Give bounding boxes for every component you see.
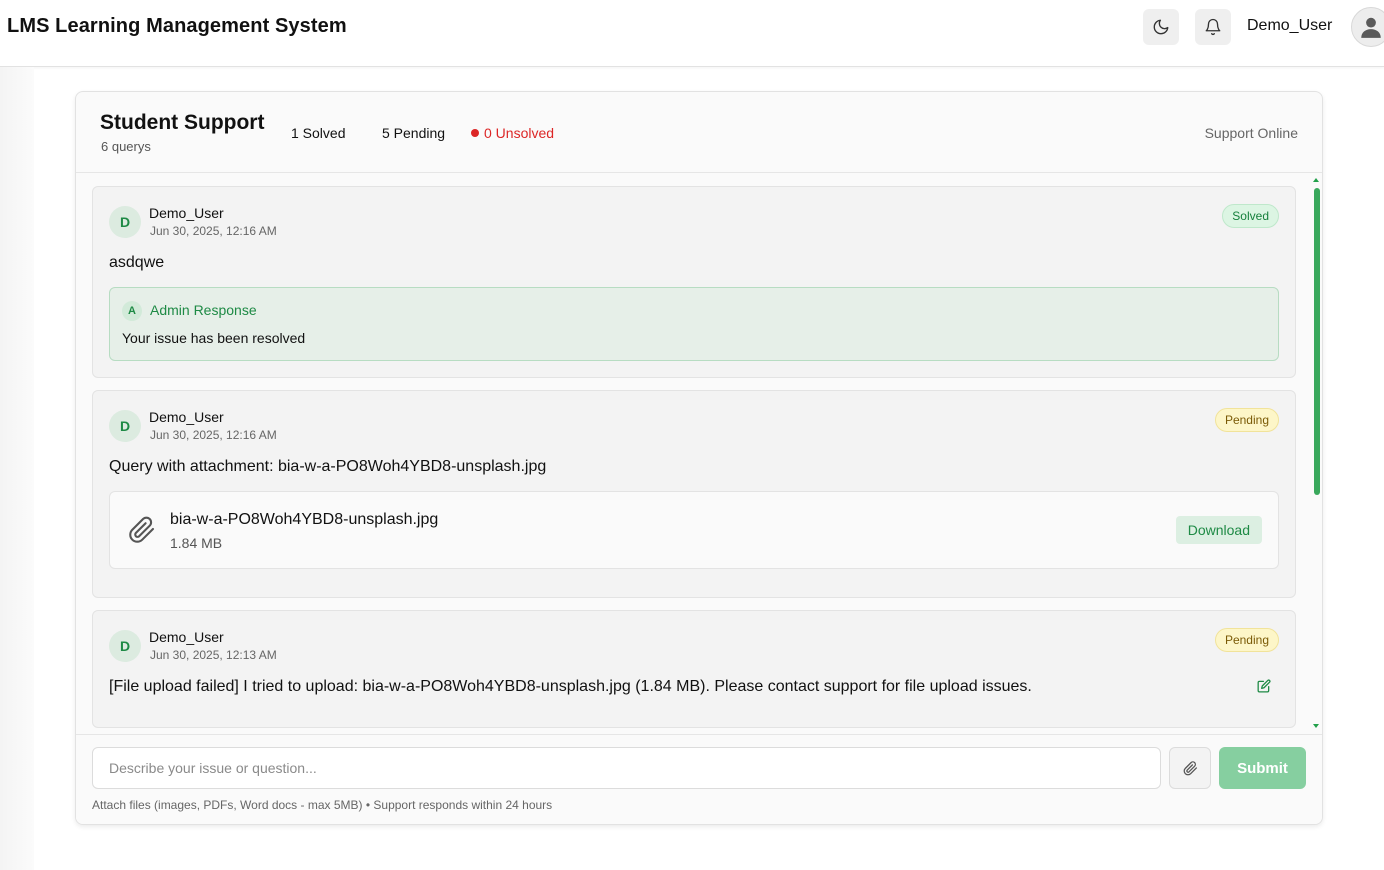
left-gutter [0,67,34,870]
edit-icon[interactable] [1257,679,1271,693]
bell-icon [1205,18,1221,36]
query-composer: Submit Attach files (images, PDFs, Word … [76,734,1322,824]
query-input[interactable] [92,747,1161,789]
unsolved-label: 0 Unsolved [484,125,555,141]
status-badge: Solved [1222,204,1279,228]
status-badge: Pending [1214,628,1279,652]
support-status: Support Online [1204,125,1298,141]
query-author: Demo_User [149,205,224,221]
moon-icon [1153,19,1169,35]
paperclip-icon [1183,760,1197,775]
pending-count: 5 Pending [382,125,446,141]
user-avatar: D [109,410,141,442]
query-timestamp: Jun 30, 2025, 12:16 AM [150,428,277,442]
query-author: Demo_User [149,409,224,425]
attachment-size: 1.84 MB [170,535,223,551]
query-card: D Demo_User Jun 30, 2025, 12:16 AM Solve… [92,186,1296,378]
top-bar: LMS Learning Management System Demo_User [0,0,1384,67]
unsolved-count: 0 Unsolved [471,125,554,141]
avatar[interactable] [1351,7,1384,47]
query-text: asdqwe [109,254,165,271]
scrollbar-thumb[interactable] [1314,188,1320,495]
messages-list[interactable]: D Demo_User Jun 30, 2025, 12:16 AM Solve… [76,174,1322,734]
query-text: Query with attachment: bia-w-a-PO8Woh4YB… [109,458,547,475]
notifications-button[interactable] [1195,9,1231,45]
query-card: D Demo_User Jun 30, 2025, 12:16 AM Pendi… [92,390,1296,598]
support-header: Student Support 6 querys 1 Solved 5 Pend… [76,92,1322,173]
attach-file-button[interactable] [1169,747,1211,789]
submit-button[interactable]: Submit [1219,747,1306,789]
unsolved-dot-icon [471,129,479,137]
attachment-card: bia-w-a-PO8Woh4YBD8-unsplash.jpg 1.84 MB… [109,491,1279,569]
query-timestamp: Jun 30, 2025, 12:16 AM [150,224,277,238]
admin-response-label: Admin Response [150,302,257,318]
page-title: Student Support [100,111,265,134]
query-timestamp: Jun 30, 2025, 12:13 AM [150,648,277,662]
scroll-up-arrow-icon[interactable] [1313,178,1319,182]
user-avatar: D [109,630,141,662]
user-avatar: D [109,206,141,238]
query-count: 6 querys [101,139,151,154]
scroll-down-arrow-icon[interactable] [1313,724,1319,728]
query-card: D Demo_User Jun 30, 2025, 12:13 AM Pendi… [92,610,1296,728]
status-badge: Pending [1214,408,1279,432]
student-support-panel: Student Support 6 querys 1 Solved 5 Pend… [75,91,1323,825]
admin-avatar: A [122,301,142,321]
admin-response: A Admin Response Your issue has been res… [109,287,1279,361]
admin-response-text: Your issue has been resolved [122,330,306,346]
paperclip-icon [129,516,155,543]
username[interactable]: Demo_User [1247,17,1332,35]
composer-hint: Attach files (images, PDFs, Word docs - … [92,798,553,812]
user-icon [1361,17,1381,38]
query-author: Demo_User [149,629,224,645]
solved-count: 1 Solved [291,125,346,141]
app-title: LMS Learning Management System [7,15,347,37]
attachment-filename: bia-w-a-PO8Woh4YBD8-unsplash.jpg [170,511,439,528]
query-text: [File upload failed] I tried to upload: … [109,678,1032,695]
download-button[interactable]: Download [1175,516,1262,544]
theme-toggle-button[interactable] [1143,9,1179,45]
